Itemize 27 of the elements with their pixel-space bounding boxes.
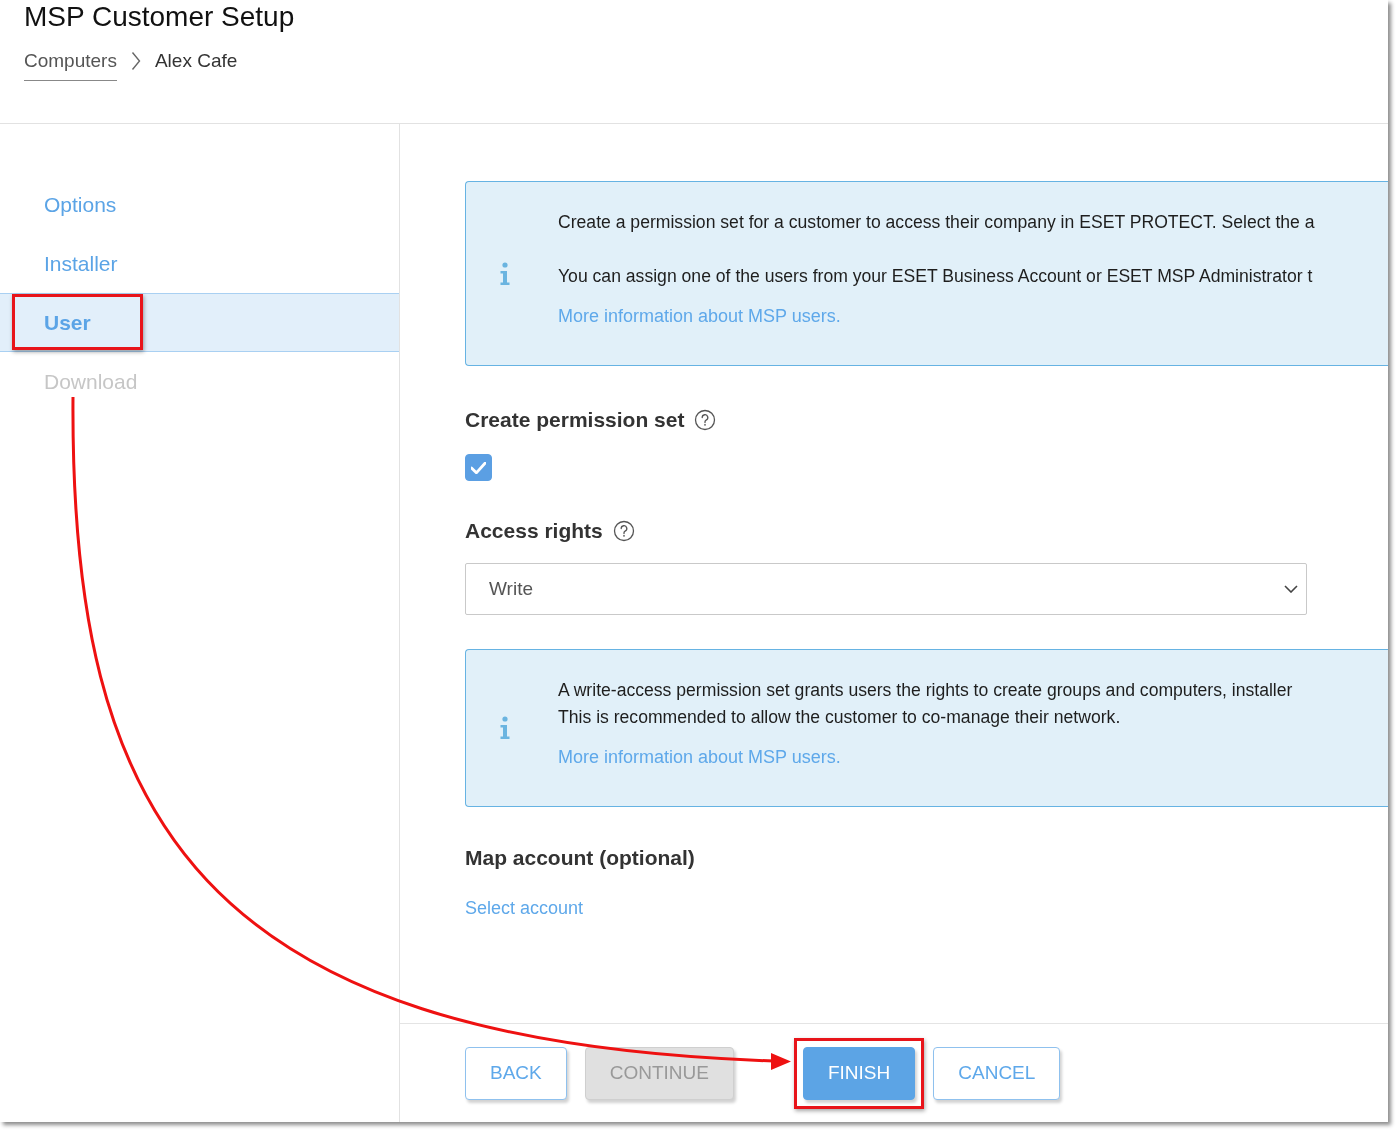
help-icon[interactable]: [694, 409, 717, 431]
breadcrumb-current: Alex Cafe: [154, 48, 238, 73]
wizard-step[interactable]: User: [0, 293, 399, 352]
notice-text: A write-access permission set grants users the rights to create groups and computers, installer This is recommended to allow the customer to co-manage their network.: [558, 679, 1293, 729]
wizard-step[interactable]: Installer: [0, 234, 399, 293]
select-account-link[interactable]: Select account: [465, 895, 584, 922]
checkmark-icon: [471, 461, 486, 474]
section-heading: Map account (optional): [465, 845, 695, 871]
chevron-right-icon: [130, 50, 141, 71]
more-info-link[interactable]: More information about MSP users.: [558, 303, 841, 330]
chevron-down-icon: [1284, 585, 1298, 593]
wizard-button[interactable]: CANCEL: [933, 1046, 1061, 1100]
wizard-button[interactable]: BACK: [465, 1046, 567, 1100]
notice-text: Create a permission set for a customer to access their company in ESET PROTECT. Select the a: [558, 211, 1315, 234]
wizard-step[interactable]: Options: [0, 175, 399, 234]
info-icon: [499, 261, 511, 286]
help-icon[interactable]: [612, 520, 635, 542]
finish-button[interactable]: FINISH: [803, 1046, 916, 1100]
breadcrumb-link[interactable]: Computers: [24, 48, 117, 81]
notice-text: You can assign one of the users from your ESET Business Account or ESET MSP Administrator t: [558, 265, 1313, 288]
info-icon: [499, 716, 511, 740]
checkbox[interactable]: [465, 454, 492, 481]
page-title: MSP Customer Setup: [24, 0, 296, 34]
section-heading: Access rights: [465, 518, 603, 544]
more-info-link[interactable]: More information about MSP users.: [558, 744, 841, 771]
section-heading: Create permission set: [465, 407, 685, 433]
access-rights-select[interactable]: Write: [465, 563, 1307, 615]
